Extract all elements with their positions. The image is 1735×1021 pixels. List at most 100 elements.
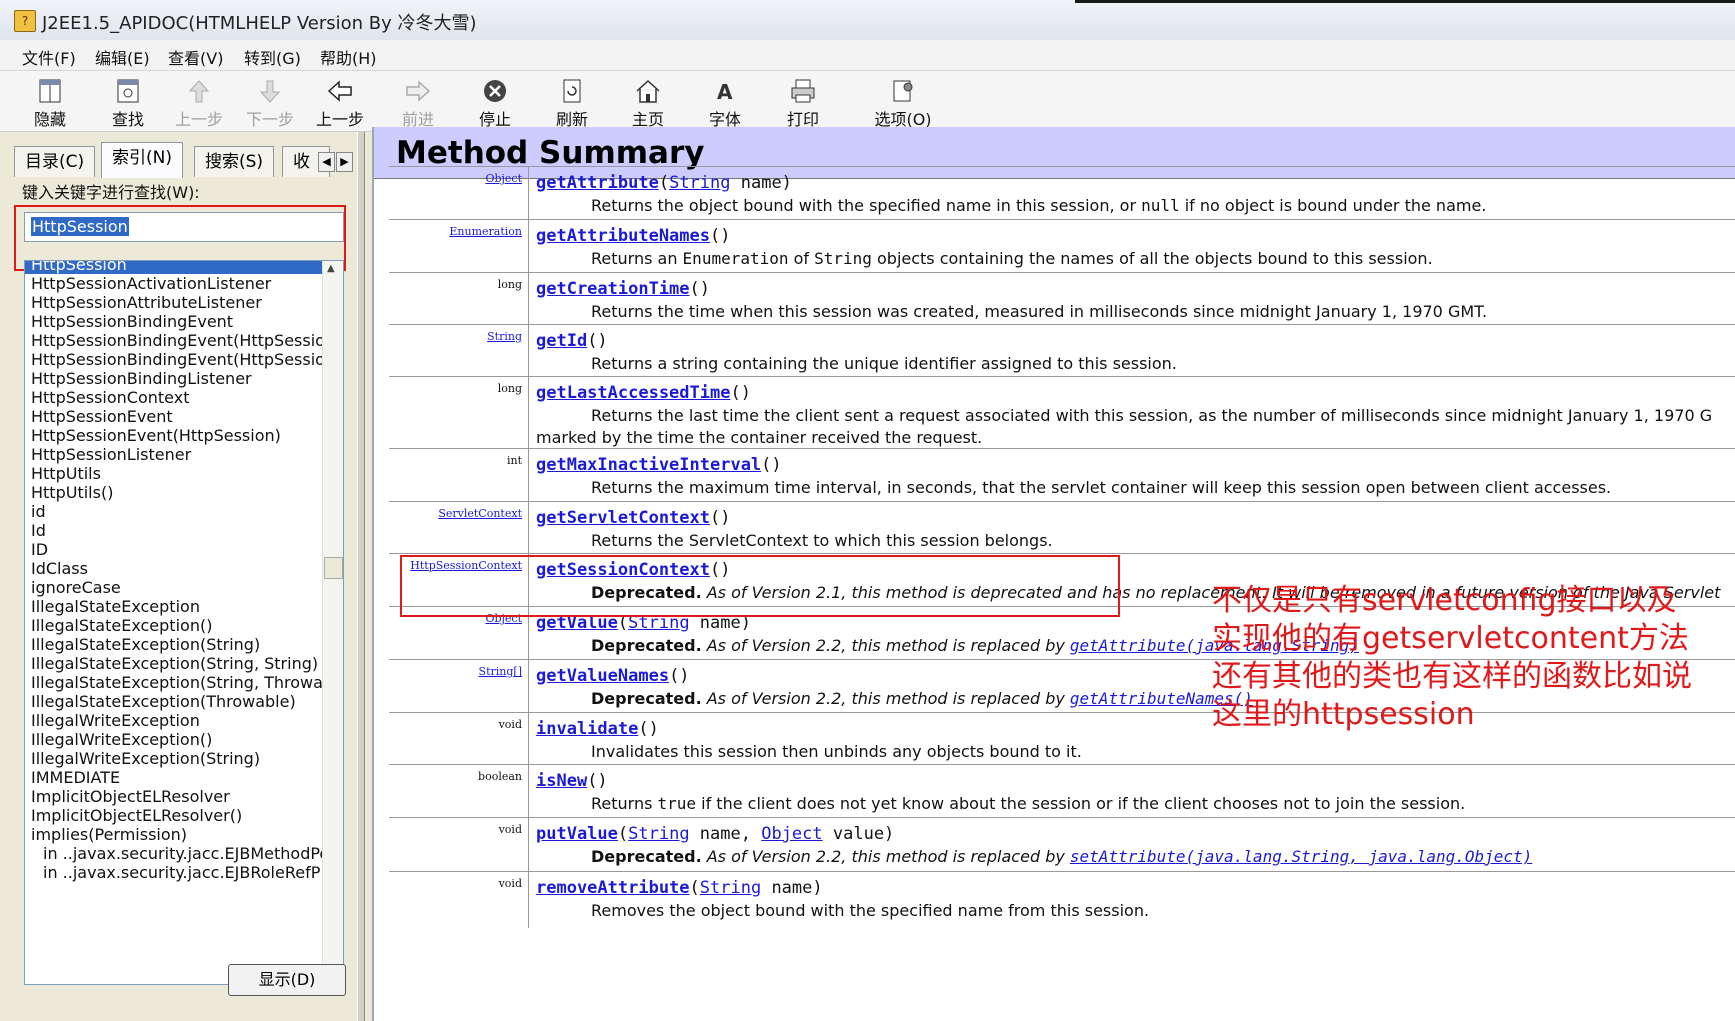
method-link[interactable]: getAttribute xyxy=(536,173,659,193)
list-item[interactable]: HttpSessionBindingListener xyxy=(31,369,252,388)
return-type[interactable]: ServletContext xyxy=(438,507,522,520)
method-params: () xyxy=(587,771,608,791)
print-button[interactable]: 打印 xyxy=(773,73,833,129)
home-button[interactable]: 主页 xyxy=(618,73,678,129)
list-item[interactable]: ImplicitObjectELResolver() xyxy=(31,806,242,825)
menu-file[interactable]: 文件(F) xyxy=(22,45,76,69)
list-item[interactable]: implies(Permission) xyxy=(31,825,187,844)
return-type[interactable]: Object xyxy=(485,172,522,185)
list-item[interactable]: ImplicitObjectELResolver xyxy=(31,787,230,806)
list-item[interactable]: IllegalStateException(String) xyxy=(31,635,260,654)
tab-contents[interactable]: 目录(C) xyxy=(14,146,96,177)
method-row: boolean isNew() Returns true if the client… xyxy=(389,764,1735,817)
method-description: Deprecated. As of Version 2.2, this meth… xyxy=(591,847,1533,866)
refresh-button[interactable]: 刷新 xyxy=(542,73,602,129)
menu-view[interactable]: 查看(V) xyxy=(168,45,223,69)
toolbar-label: 查找 xyxy=(111,110,144,129)
return-type[interactable]: Enumeration xyxy=(449,225,522,238)
list-item[interactable]: IllegalStateException(String, Throwab xyxy=(31,673,333,692)
menu-help[interactable]: 帮助(H) xyxy=(320,45,377,69)
return-type-cell: void xyxy=(389,872,529,928)
method-signature: getAttribute(String name) xyxy=(536,173,792,193)
method-signature: getAttributeNames() xyxy=(536,226,730,246)
method-params: (String name, Object value) xyxy=(617,824,895,844)
list-item[interactable]: IllegalWriteException xyxy=(31,711,200,730)
list-item[interactable]: Id xyxy=(31,521,46,540)
list-item[interactable]: ignoreCase xyxy=(31,578,121,597)
font-button[interactable]: A 字体 xyxy=(695,73,755,129)
list-item[interactable]: IllegalWriteException() xyxy=(31,730,212,749)
list-item[interactable]: HttpUtils() xyxy=(31,483,113,502)
method-link[interactable]: getServletContext xyxy=(536,508,710,528)
hide-icon xyxy=(39,79,61,103)
hide-button[interactable]: 隐藏 xyxy=(20,73,80,129)
method-link[interactable]: putValue xyxy=(536,824,618,844)
list-item[interactable]: IllegalStateException(String, String) xyxy=(31,654,318,673)
method-link[interactable]: invalidate xyxy=(536,719,638,739)
index-list[interactable]: HttpSession HttpSessionActivationListener… xyxy=(24,260,344,985)
tab-search[interactable]: 搜索(S) xyxy=(194,146,275,177)
list-item[interactable]: HttpSessionListener xyxy=(31,445,191,464)
method-params: () xyxy=(730,383,751,403)
return-type-cell: void xyxy=(389,818,529,871)
options-button[interactable]: 选项(O) xyxy=(868,73,938,129)
menu-edit[interactable]: 编辑(E) xyxy=(95,45,150,69)
tab-scroll-left[interactable]: ◀ xyxy=(318,152,335,172)
list-item[interactable]: HttpSessionActivationListener xyxy=(31,274,271,293)
menu-goto[interactable]: 转到(G) xyxy=(244,45,301,69)
list-item[interactable]: HttpUtils xyxy=(31,464,101,483)
list-item[interactable]: IllegalStateException xyxy=(31,597,200,616)
method-link[interactable]: getValueNames xyxy=(536,666,669,686)
return-type-cell: ServletContext xyxy=(389,502,529,553)
method-link[interactable]: getId xyxy=(536,331,587,351)
scroll-thumb[interactable] xyxy=(324,557,343,579)
method-link[interactable]: getLastAccessedTime xyxy=(536,383,730,403)
list-item[interactable]: HttpSessionEvent(HttpSession) xyxy=(31,426,281,445)
method-signature: getServletContext() xyxy=(536,508,730,528)
method-params: (String name) xyxy=(689,878,823,898)
list-item[interactable]: id xyxy=(31,502,46,521)
method-link[interactable]: getMaxInactiveInterval xyxy=(536,455,761,475)
list-item[interactable]: in ..javax.security.jacc.EJBMethodPe xyxy=(43,844,329,863)
method-link[interactable]: removeAttribute xyxy=(536,878,690,898)
print-icon xyxy=(791,79,815,103)
list-item[interactable]: IllegalWriteException(String) xyxy=(31,749,260,768)
show-button[interactable]: 显示(D) xyxy=(228,964,346,996)
list-item[interactable]: HttpSessionContext xyxy=(31,388,189,407)
stop-button[interactable]: 停止 xyxy=(465,73,525,129)
next-topic-button[interactable]: 下一步 xyxy=(240,73,300,129)
list-item[interactable]: HttpSessionEvent xyxy=(31,407,173,426)
find-button[interactable]: 查找 xyxy=(98,73,158,129)
method-description: Returns the ServletContext to which this… xyxy=(591,531,1053,550)
list-item[interactable]: HttpSessionAttributeListener xyxy=(31,293,262,312)
back-button[interactable]: 上一步 xyxy=(310,73,370,129)
method-params: () xyxy=(587,331,608,351)
return-type-cell: boolean xyxy=(389,765,529,817)
list-item[interactable]: ID xyxy=(31,540,48,559)
return-type[interactable]: String[] xyxy=(479,665,522,678)
method-link[interactable]: getAttributeNames xyxy=(536,226,710,246)
list-item[interactable]: HttpSessionBindingEvent(HttpSessio xyxy=(31,350,325,369)
highlight-box-getservletcontext xyxy=(400,555,1120,617)
list-item-selected[interactable]: HttpSession xyxy=(25,261,327,274)
forward-button[interactable]: 前进 xyxy=(388,73,448,129)
list-item[interactable]: IdClass xyxy=(31,559,88,578)
list-item[interactable]: IllegalStateException() xyxy=(31,616,212,635)
method-description-cont: marked by the time the container receive… xyxy=(536,428,983,447)
list-item[interactable]: HttpSessionBindingEvent(HttpSessio xyxy=(31,331,325,350)
prev-topic-button[interactable]: 上一步 xyxy=(169,73,229,129)
list-item[interactable]: HttpSessionBindingEvent xyxy=(31,312,233,331)
list-item[interactable]: IllegalStateException(Throwable) xyxy=(31,692,296,711)
tab-scroll-right[interactable]: ▶ xyxy=(336,152,353,172)
refresh-icon xyxy=(563,79,581,103)
list-item[interactable]: in ..javax.security.jacc.EJBRoleRefP xyxy=(43,863,320,882)
tab-index[interactable]: 索引(N) xyxy=(101,142,183,178)
scroll-up-icon[interactable]: ▲ xyxy=(327,263,335,274)
method-link[interactable]: isNew xyxy=(536,771,587,791)
pane-splitter[interactable] xyxy=(357,132,365,1021)
list-item[interactable]: IMMEDIATE xyxy=(31,768,120,787)
list-scrollbar[interactable]: ▲ ▼ xyxy=(322,261,343,984)
method-link[interactable]: getCreationTime xyxy=(536,279,690,299)
return-type[interactable]: String xyxy=(487,330,522,343)
return-type: void xyxy=(498,718,522,731)
